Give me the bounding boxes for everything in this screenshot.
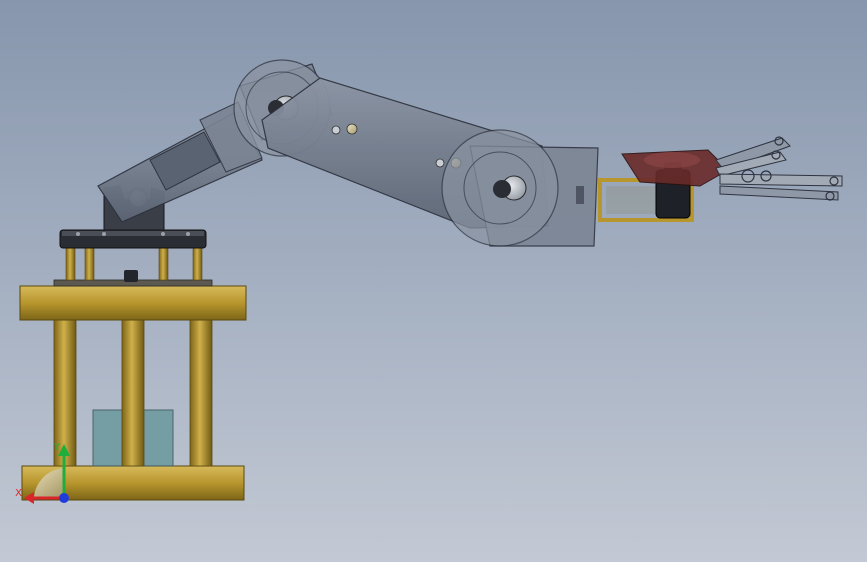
- elbow-joint[interactable]: [441, 129, 599, 247]
- column: [121, 319, 145, 467]
- gripper-gear: [644, 152, 700, 168]
- standoff: [65, 247, 76, 281]
- base-pedestal[interactable]: [19, 247, 247, 501]
- rivet: [346, 123, 358, 135]
- elbow-pin-shadow: [493, 180, 511, 198]
- robot-arm-model[interactable]: Y X: [0, 0, 867, 562]
- column: [189, 319, 213, 467]
- turntable-highlight: [62, 231, 204, 236]
- screw: [76, 232, 80, 236]
- center-bolt: [124, 270, 138, 282]
- x-axis-label: X: [15, 488, 22, 499]
- finger-bar: [719, 173, 843, 187]
- screw: [161, 232, 165, 236]
- standoff: [192, 247, 203, 281]
- top-plate: [19, 285, 247, 321]
- screw: [186, 232, 190, 236]
- finger-bar: [719, 185, 839, 201]
- turntable[interactable]: [59, 229, 207, 249]
- elbow-slot: [576, 186, 584, 204]
- standoff: [84, 247, 95, 281]
- rivet: [331, 125, 341, 135]
- rivet: [435, 158, 445, 168]
- z-axis-dot: [59, 493, 69, 503]
- standoff: [158, 247, 169, 281]
- cad-viewport[interactable]: Y X: [0, 0, 867, 562]
- gripper-finger-lower[interactable]: [719, 173, 843, 201]
- screw: [102, 232, 106, 236]
- gripper-finger-upper[interactable]: [715, 136, 791, 177]
- y-axis-label: Y: [53, 442, 61, 453]
